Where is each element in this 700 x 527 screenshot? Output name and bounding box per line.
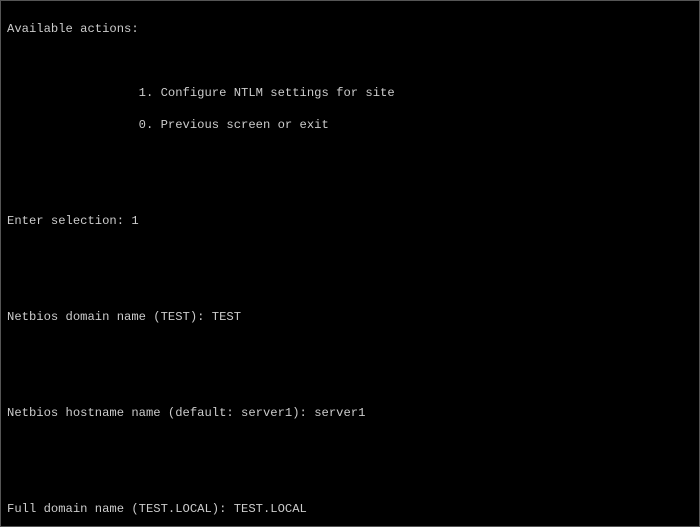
available-actions-header: Available actions: xyxy=(7,21,693,37)
menu-item-1: 1. Configure NTLM settings for site xyxy=(7,85,693,101)
full-domain-value: TEST.LOCAL xyxy=(234,502,307,516)
menu-item-0: 0. Previous screen or exit xyxy=(7,117,693,133)
netbios-hostname-prompt: Netbios hostname name (default: server1)… xyxy=(7,405,693,421)
enter-selection-line: Enter selection: 1 xyxy=(7,213,693,229)
selection-value: 1 xyxy=(131,214,138,228)
terminal-window[interactable]: Available actions: 1. Configure NTLM set… xyxy=(0,0,700,527)
netbios-hostname-value: server1 xyxy=(314,406,365,420)
netbios-domain-prompt: Netbios domain name (TEST): TEST xyxy=(7,309,693,325)
netbios-domain-value: TEST xyxy=(212,310,241,324)
full-domain-prompt: Full domain name (TEST.LOCAL): TEST.LOCA… xyxy=(7,501,693,517)
